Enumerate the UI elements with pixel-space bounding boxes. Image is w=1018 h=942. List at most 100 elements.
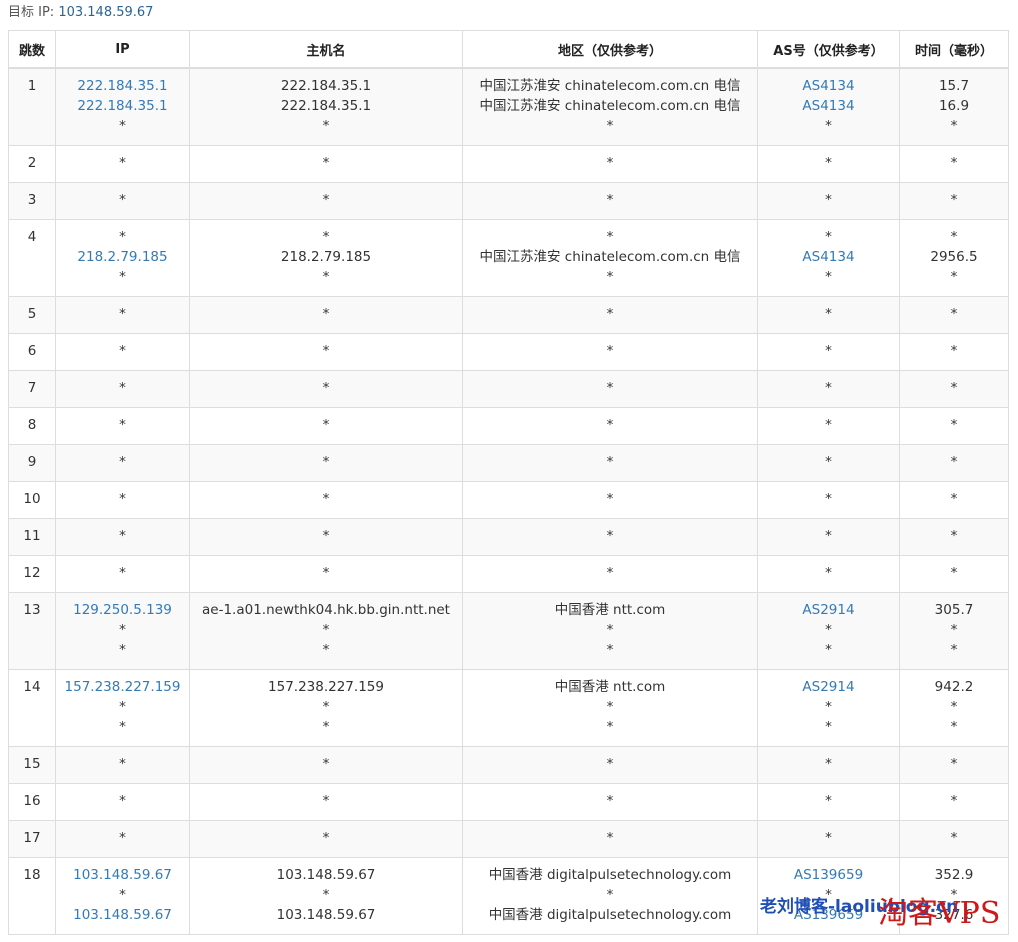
traceroute-table: 跳数 IP 主机名 地区（仅供参考） AS号（仅供参考） 时间（毫秒） 1 222… <box>8 30 1009 935</box>
table-row: 16 * * * * * <box>8 782 1009 821</box>
host-value: * <box>322 564 330 581</box>
as-cell: * <box>757 144 900 183</box>
host-value: 157.238.227.159 <box>268 678 384 695</box>
time-value: 352.9 <box>934 866 974 883</box>
host-value: * <box>322 416 330 433</box>
time-value: * <box>950 268 958 285</box>
time-cell: 942.2 * * <box>899 668 1009 747</box>
time-value: * <box>950 118 958 134</box>
ip-link[interactable]: 103.148.59.67 <box>59 905 186 925</box>
hop-cell: 16 <box>8 782 56 821</box>
column-header-hop: 跳数 <box>8 30 56 69</box>
hop-cell: 17 <box>8 819 56 858</box>
ip-link[interactable]: 222.184.35.1 <box>59 76 186 96</box>
host-value: * <box>322 621 330 638</box>
host-value: 222.184.35.1 <box>280 78 372 94</box>
as-link: * <box>825 268 832 285</box>
table-header-row: 跳数 IP 主机名 地区（仅供参考） AS号（仅供参考） 时间（毫秒） <box>8 30 1009 69</box>
hop-cell: 8 <box>8 406 56 445</box>
as-cell: AS139659 * AS139659 <box>757 856 900 935</box>
as-cell: * <box>757 517 900 556</box>
region-value: * <box>606 268 614 285</box>
hop-cell: 6 <box>8 332 56 371</box>
ip-link[interactable]: 222.184.35.1 <box>59 96 186 116</box>
table-row: 3 * * * * * <box>8 181 1009 220</box>
region-value: * <box>606 641 614 658</box>
as-link: * <box>825 118 832 134</box>
as-cell: * <box>757 480 900 519</box>
host-value: * <box>322 755 330 772</box>
table-row: 7 * * * * * <box>8 369 1009 408</box>
target-ip-line: 目标 IP: 103.148.59.67 <box>8 4 153 22</box>
as-link: * <box>825 718 832 735</box>
region-value: * <box>606 718 614 735</box>
table-row: 5 * * * * * <box>8 295 1009 334</box>
hostname-cell: * 218.2.79.185 * <box>189 218 463 297</box>
as-cell: * <box>757 369 900 408</box>
table-row: 18 103.148.59.67 * 103.148.59.67 103.148.59.… <box>8 856 1009 935</box>
ip-link[interactable]: 218.2.79.185 <box>59 247 186 267</box>
time-cell: * <box>899 332 1009 371</box>
as-link[interactable]: AS2914 <box>761 600 896 620</box>
time-value: * <box>950 379 958 396</box>
as-cell: * <box>757 332 900 371</box>
as-link: * <box>825 379 832 396</box>
time-cell: * <box>899 554 1009 593</box>
traceroute-rows: 1 222.184.35.1 222.184.35.1 * 222.184.35.1 22… <box>8 67 1009 935</box>
host-value: * <box>322 698 330 715</box>
region-cell: * <box>462 819 758 858</box>
as-link[interactable]: AS139659 <box>761 905 896 925</box>
hostname-cell: * <box>189 443 463 482</box>
hostname-cell: * <box>189 819 463 858</box>
ip-cell: * <box>55 332 190 371</box>
hop-cell: 5 <box>8 295 56 334</box>
as-link[interactable]: AS2914 <box>761 677 896 697</box>
ip-link[interactable]: 157.238.227.159 <box>59 677 186 697</box>
region-value: * <box>606 379 614 396</box>
host-value: * <box>322 829 330 846</box>
hop-cell: 7 <box>8 369 56 408</box>
ip-link[interactable]: 103.148.59.67 <box>59 865 186 885</box>
hostname-cell: * <box>189 144 463 183</box>
ip-link[interactable]: 129.250.5.139 <box>59 600 186 620</box>
region-cell: * <box>462 443 758 482</box>
ip-link: * <box>119 641 126 658</box>
time-value: * <box>950 490 958 507</box>
ip-link: * <box>119 342 126 359</box>
table-row: 11 * * * * * <box>8 517 1009 556</box>
region-value: * <box>606 416 614 433</box>
host-value: * <box>322 379 330 396</box>
table-row: 12 * * * * * <box>8 554 1009 593</box>
region-value: * <box>606 698 614 715</box>
ip-link: * <box>119 886 126 903</box>
time-value: 942.2 <box>934 678 974 695</box>
table-row: 9 * * * * * <box>8 443 1009 482</box>
host-value: * <box>322 118 330 134</box>
as-link[interactable]: AS139659 <box>761 865 896 885</box>
time-value: * <box>950 154 958 171</box>
region-cell: * <box>462 554 758 593</box>
hostname-cell: 103.148.59.67 * 103.148.59.67 <box>189 856 463 935</box>
as-link: * <box>825 342 832 359</box>
as-link[interactable]: AS4134 <box>761 96 896 116</box>
as-link[interactable]: AS4134 <box>761 247 896 267</box>
time-value: * <box>950 718 958 735</box>
as-cell: * <box>757 443 900 482</box>
hostname-cell: * <box>189 480 463 519</box>
time-cell: * <box>899 369 1009 408</box>
time-value: * <box>950 527 958 544</box>
region-value: * <box>606 527 614 544</box>
ip-cell: 157.238.227.159 * * <box>55 668 190 747</box>
ip-cell: * <box>55 819 190 858</box>
region-cell: * <box>462 295 758 334</box>
host-value: * <box>322 453 330 470</box>
ip-link: * <box>119 490 126 507</box>
time-value: * <box>950 191 958 208</box>
time-value: * <box>950 416 958 433</box>
as-cell: AS2914 * * <box>757 668 900 747</box>
table-row: 6 * * * * * <box>8 332 1009 371</box>
time-value: * <box>950 621 958 638</box>
as-link[interactable]: AS4134 <box>761 76 896 96</box>
time-value: * <box>950 755 958 772</box>
region-value: * <box>606 228 614 245</box>
